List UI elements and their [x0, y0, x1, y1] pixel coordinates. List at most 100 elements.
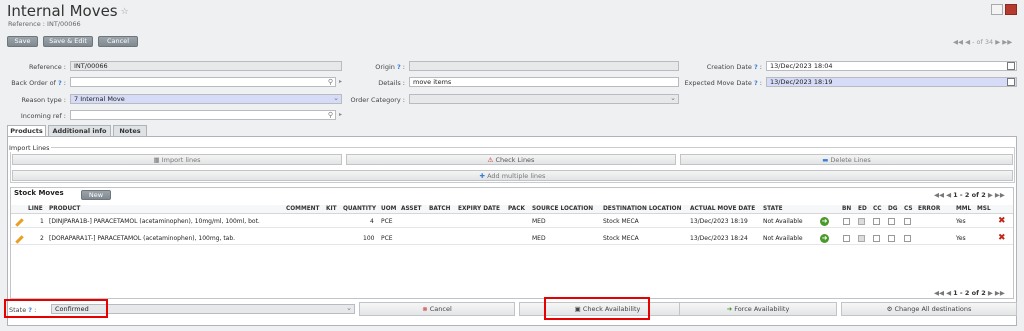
col-dg[interactable]: DG: [888, 206, 898, 212]
import-lines-button[interactable]: ▦ Import lines: [12, 154, 342, 165]
cell-mml: Yes: [956, 218, 966, 225]
order-category-select[interactable]: ⌄: [409, 94, 679, 104]
open-arrow-icon[interactable]: ▸: [339, 78, 342, 85]
star-icon[interactable]: ☆: [121, 7, 129, 17]
open-arrow-icon[interactable]: ▸: [339, 111, 342, 118]
col-actual-move-date[interactable]: ACTUAL MOVE DATE: [690, 206, 755, 212]
search-icon[interactable]: ⚲: [328, 111, 333, 119]
tab-additional-info[interactable]: Additional info: [48, 125, 111, 136]
calendar-icon[interactable]: [1007, 78, 1015, 86]
save-button[interactable]: Save: [7, 36, 38, 47]
col-msl[interactable]: MSL: [977, 206, 991, 212]
delete-lines-button[interactable]: ▬ Delete Lines: [680, 154, 1013, 165]
import-icon: ▦: [153, 156, 162, 164]
origin-label: Origin ? :: [375, 63, 405, 71]
checkbox-cs[interactable]: [904, 235, 911, 242]
search-icon[interactable]: ⚲: [328, 78, 333, 86]
checkbox-cc[interactable]: [873, 235, 880, 242]
cell-product: [DORAPARA1T-] PARACETAMOL (acetaminophen…: [49, 235, 236, 242]
col-line[interactable]: LINE: [28, 206, 43, 212]
reference-label: Reference :: [29, 63, 66, 71]
cancel-circle-icon: ⊗: [422, 305, 430, 313]
add-multiple-lines-button[interactable]: ✚ Add multiple lines: [12, 170, 1013, 181]
checkbox-ed[interactable]: [858, 218, 865, 225]
checkbox-dg[interactable]: [888, 218, 895, 225]
checkbox-bn[interactable]: [843, 218, 850, 225]
process-arrow-icon[interactable]: ➜: [820, 217, 829, 226]
cancel-picking-button[interactable]: ⊗ Cancel: [359, 302, 515, 316]
highlight-box: [4, 299, 108, 318]
expected-move-date-field[interactable]: 13/Dec/2023 18:19: [766, 77, 1017, 87]
process-arrow-icon[interactable]: ➜: [820, 234, 829, 243]
cell-quantity: 100: [363, 235, 375, 242]
cell-source: MED: [532, 235, 546, 242]
reason-type-select[interactable]: 7 Internal Move ⌄: [70, 94, 342, 104]
cell-destination: Stock MECA: [603, 235, 639, 242]
delete-icon[interactable]: ✖: [998, 216, 1006, 226]
expected-move-date-label: Expected Move Date ? :: [684, 79, 762, 87]
stock-moves-title: Stock Moves: [14, 189, 64, 197]
checkbox-cc[interactable]: [873, 218, 880, 225]
order-category-label: Order Category :: [350, 96, 406, 104]
new-line-button[interactable]: New: [81, 190, 111, 200]
import-lines-legend: Import Lines: [8, 144, 51, 152]
col-product[interactable]: PRODUCT: [49, 206, 80, 212]
creation-date-field[interactable]: 13/Dec/2023 18:04: [766, 61, 1017, 71]
reference-subtitle: Reference : INT/00066: [8, 20, 81, 28]
details-field[interactable]: move items: [409, 77, 679, 87]
cell-actual-move-date: 13/Dec/2023 18:19: [690, 218, 748, 225]
delete-icon[interactable]: ✖: [998, 233, 1006, 243]
col-asset[interactable]: ASSET: [401, 206, 422, 212]
cell-source: MED: [532, 218, 546, 225]
reference-field[interactable]: INT/00066: [70, 61, 342, 71]
checkbox-cs[interactable]: [904, 218, 911, 225]
col-bn[interactable]: BN: [842, 206, 851, 212]
change-all-destinations-button[interactable]: ⚙ Change All destinations: [841, 302, 1017, 316]
col-mml[interactable]: MML: [956, 206, 971, 212]
grid-pager-bottom[interactable]: ◀◀ ◀ 1 - 2 of 2 ▶ ▶▶: [934, 289, 1005, 297]
force-availability-button[interactable]: ➜ Force Availability: [679, 302, 837, 316]
cell-state: Not Available: [763, 235, 803, 242]
col-expiry-date[interactable]: EXPIRY DATE: [458, 206, 500, 212]
incoming-ref-field[interactable]: ⚲: [70, 110, 336, 120]
checkbox-bn[interactable]: [843, 235, 850, 242]
cell-actual-move-date: 13/Dec/2023 18:24: [690, 235, 748, 242]
col-cc[interactable]: CC: [873, 206, 882, 212]
check-lines-button[interactable]: ⚠ Check Lines: [346, 154, 676, 165]
record-pager[interactable]: ◀◀ ◀ - of 34 ▶ ▶▶: [953, 38, 1012, 46]
cell-line: 1: [40, 218, 44, 225]
col-destination-location[interactable]: DESTINATION LOCATION: [603, 206, 681, 212]
change-destinations-icon: ⚙: [886, 305, 895, 313]
checkbox-ed[interactable]: [858, 235, 865, 242]
cell-line: 2: [40, 235, 44, 242]
col-source-location[interactable]: SOURCE LOCATION: [532, 206, 593, 212]
cancel-button[interactable]: Cancel: [98, 36, 138, 47]
form-view-icon[interactable]: [1005, 4, 1017, 15]
highlight-box: [544, 297, 650, 320]
grid-pager-top[interactable]: ◀◀ ◀ 1 - 2 of 2 ▶ ▶▶: [934, 191, 1005, 199]
chevron-down-icon: ⌄: [346, 304, 352, 312]
cell-uom: PCE: [381, 235, 393, 242]
col-error[interactable]: ERROR: [918, 206, 940, 212]
col-batch[interactable]: BATCH: [429, 206, 451, 212]
back-order-field[interactable]: ⚲: [70, 77, 336, 87]
calendar-icon[interactable]: [1007, 62, 1015, 70]
col-uom[interactable]: UOM: [381, 206, 396, 212]
tab-notes[interactable]: Notes: [113, 125, 147, 136]
col-ed[interactable]: ED: [858, 206, 867, 212]
col-kit[interactable]: KIT: [326, 206, 337, 212]
chevron-down-icon: ⌄: [670, 94, 676, 102]
cell-uom: PCE: [381, 218, 393, 225]
col-state[interactable]: STATE: [763, 206, 783, 212]
col-quantity[interactable]: QUANTITY: [343, 206, 376, 212]
tab-products[interactable]: Products: [7, 125, 46, 136]
chevron-down-icon: ⌄: [333, 94, 339, 102]
origin-field[interactable]: [409, 61, 679, 71]
cell-destination: Stock MECA: [603, 218, 639, 225]
save-edit-button[interactable]: Save & Edit: [43, 36, 93, 47]
col-cs[interactable]: CS: [904, 206, 913, 212]
checkbox-dg[interactable]: [888, 235, 895, 242]
col-comment[interactable]: COMMENT: [286, 206, 320, 212]
list-view-icon[interactable]: [991, 4, 1003, 15]
col-pack[interactable]: PACK: [508, 206, 525, 212]
